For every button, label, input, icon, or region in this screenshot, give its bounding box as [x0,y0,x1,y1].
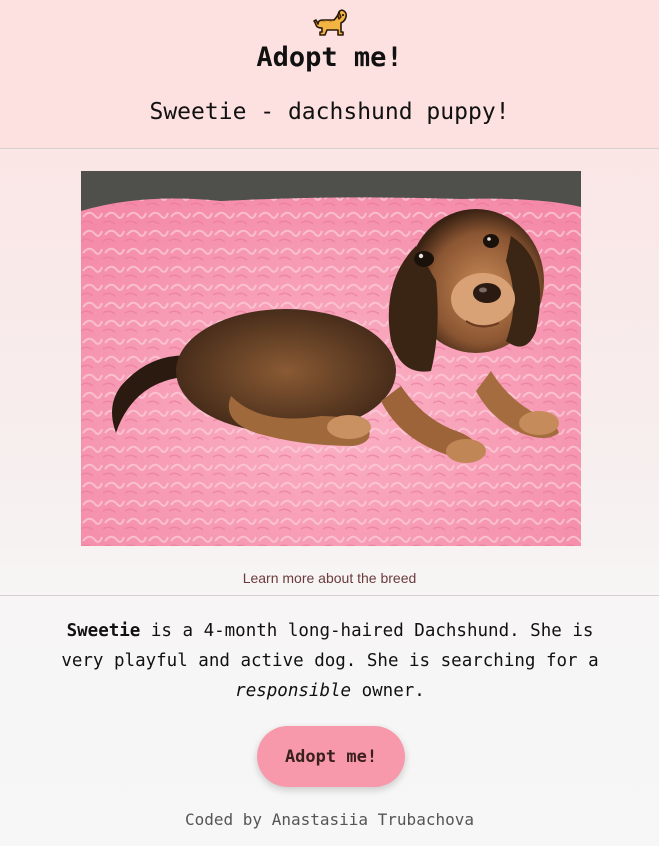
description-text-1: is a 4-month long-haired Dachshund. She … [61,621,599,671]
learn-more-link[interactable]: Learn more about the breed [0,570,659,586]
dog-icon [313,9,348,36]
puppy-photo [81,171,581,546]
page-title: Adopt me! [256,42,403,73]
page-header: Adopt me! Sweetie - dachshund puppy! [0,0,659,149]
puppy-description: Sweetie is a 4-month long-haired Dachshu… [60,616,600,706]
page-subtitle: Sweetie - dachshund puppy! [149,99,510,125]
adopt-button[interactable]: Adopt me! [257,726,405,787]
section-divider [0,595,659,596]
description-text-2: owner. [351,681,425,701]
footer-credit: Coded by Anastasiia Trubachova [185,810,474,829]
puppy-name: Sweetie [66,621,141,641]
description-emphasis: responsible [235,681,352,701]
